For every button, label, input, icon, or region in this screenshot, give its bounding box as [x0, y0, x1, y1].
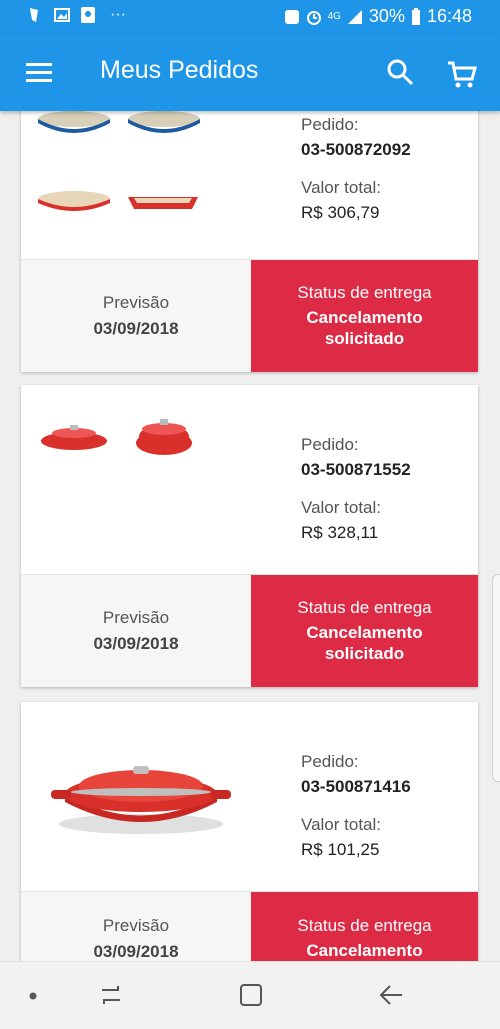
order-number: 03-500871552	[301, 460, 411, 479]
cart-icon[interactable]	[446, 60, 478, 90]
total-label: Valor total:	[301, 178, 382, 197]
notification-icons: ···	[28, 6, 126, 24]
forecast-date: 03/09/2018	[93, 634, 179, 653]
order-label: Pedido:	[301, 115, 359, 134]
delivery-status-section[interactable]: Status de entrega Cancelamento solicitad…	[251, 260, 478, 372]
overflow-dots: ···	[110, 6, 126, 23]
forecast-label: Previsão	[102, 916, 170, 935]
network-type: 4G	[327, 11, 341, 22]
forecast-section: Previsão 03/09/2018	[21, 892, 251, 961]
order-number: 03-500871416	[301, 777, 411, 796]
system-status: 4G 30% 16:48	[284, 6, 472, 27]
order-card[interactable]: Pedido: 03-500871552 Valor total: R$ 328…	[21, 385, 478, 687]
status-value: Cancelamento	[306, 941, 423, 960]
clock: 16:48	[426, 6, 472, 26]
navigation-bar	[0, 961, 500, 1029]
product-image	[38, 111, 200, 211]
app-bar: Meus Pedidos	[0, 34, 500, 111]
status-label: Status de entrega	[297, 916, 432, 935]
status-value: Cancelamento solicitado	[306, 308, 423, 348]
total-label: Valor total:	[301, 815, 382, 834]
battery-icon	[411, 7, 420, 25]
order-label: Pedido:	[301, 435, 359, 454]
forecast-section: Previsão 03/09/2018	[21, 575, 251, 687]
back-icon[interactable]	[378, 982, 404, 1008]
data-saver-icon	[284, 9, 299, 24]
dot-icon	[29, 992, 37, 1000]
home-icon[interactable]	[238, 982, 264, 1008]
total-value: R$ 101,25	[301, 840, 380, 859]
order-label: Pedido:	[301, 752, 359, 771]
signal-icon	[347, 9, 362, 24]
page-title: Meus Pedidos	[100, 56, 259, 84]
forecast-label: Previsão	[102, 293, 170, 312]
orders-list[interactable]: Pedido: 03-500872092 Valor total: R$ 306…	[0, 111, 500, 961]
total-value: R$ 328,11	[301, 523, 379, 542]
recent-apps-icon[interactable]	[98, 982, 124, 1008]
forecast-date: 03/09/2018	[93, 942, 179, 961]
forecast-date: 03/09/2018	[93, 319, 179, 338]
total-value: R$ 306,79	[301, 203, 380, 222]
order-number: 03-500872092	[301, 140, 411, 159]
delivery-status-section[interactable]: Status de entrega Cancelamento solicitad…	[251, 575, 478, 687]
product-image	[51, 766, 231, 834]
total-label: Valor total:	[301, 498, 382, 517]
search-icon[interactable]	[386, 58, 414, 86]
flag-notification-icon	[30, 8, 38, 22]
delivery-status-section[interactable]: Status de entrega Cancelamento	[251, 892, 478, 961]
status-label: Status de entrega	[297, 283, 432, 302]
status-value: Cancelamento solicitado	[306, 623, 423, 663]
image-notification-icon	[54, 8, 70, 22]
forecast-section: Previsão 03/09/2018	[21, 260, 251, 372]
product-image	[41, 419, 192, 455]
edge-panel-handle[interactable]	[492, 574, 500, 782]
status-label: Status de entrega	[297, 598, 432, 617]
battery-percent: 30%	[368, 6, 405, 26]
alarm-icon	[306, 10, 321, 25]
order-card[interactable]: Pedido: 03-500872092 Valor total: R$ 306…	[21, 111, 478, 372]
order-card[interactable]: Pedido: 03-500871416 Valor total: R$ 101…	[21, 702, 478, 961]
menu-icon[interactable]	[26, 62, 52, 82]
location-notification-icon	[81, 7, 95, 23]
status-bar: ··· 4G 30% 16:48	[0, 0, 500, 34]
forecast-label: Previsão	[102, 608, 170, 627]
